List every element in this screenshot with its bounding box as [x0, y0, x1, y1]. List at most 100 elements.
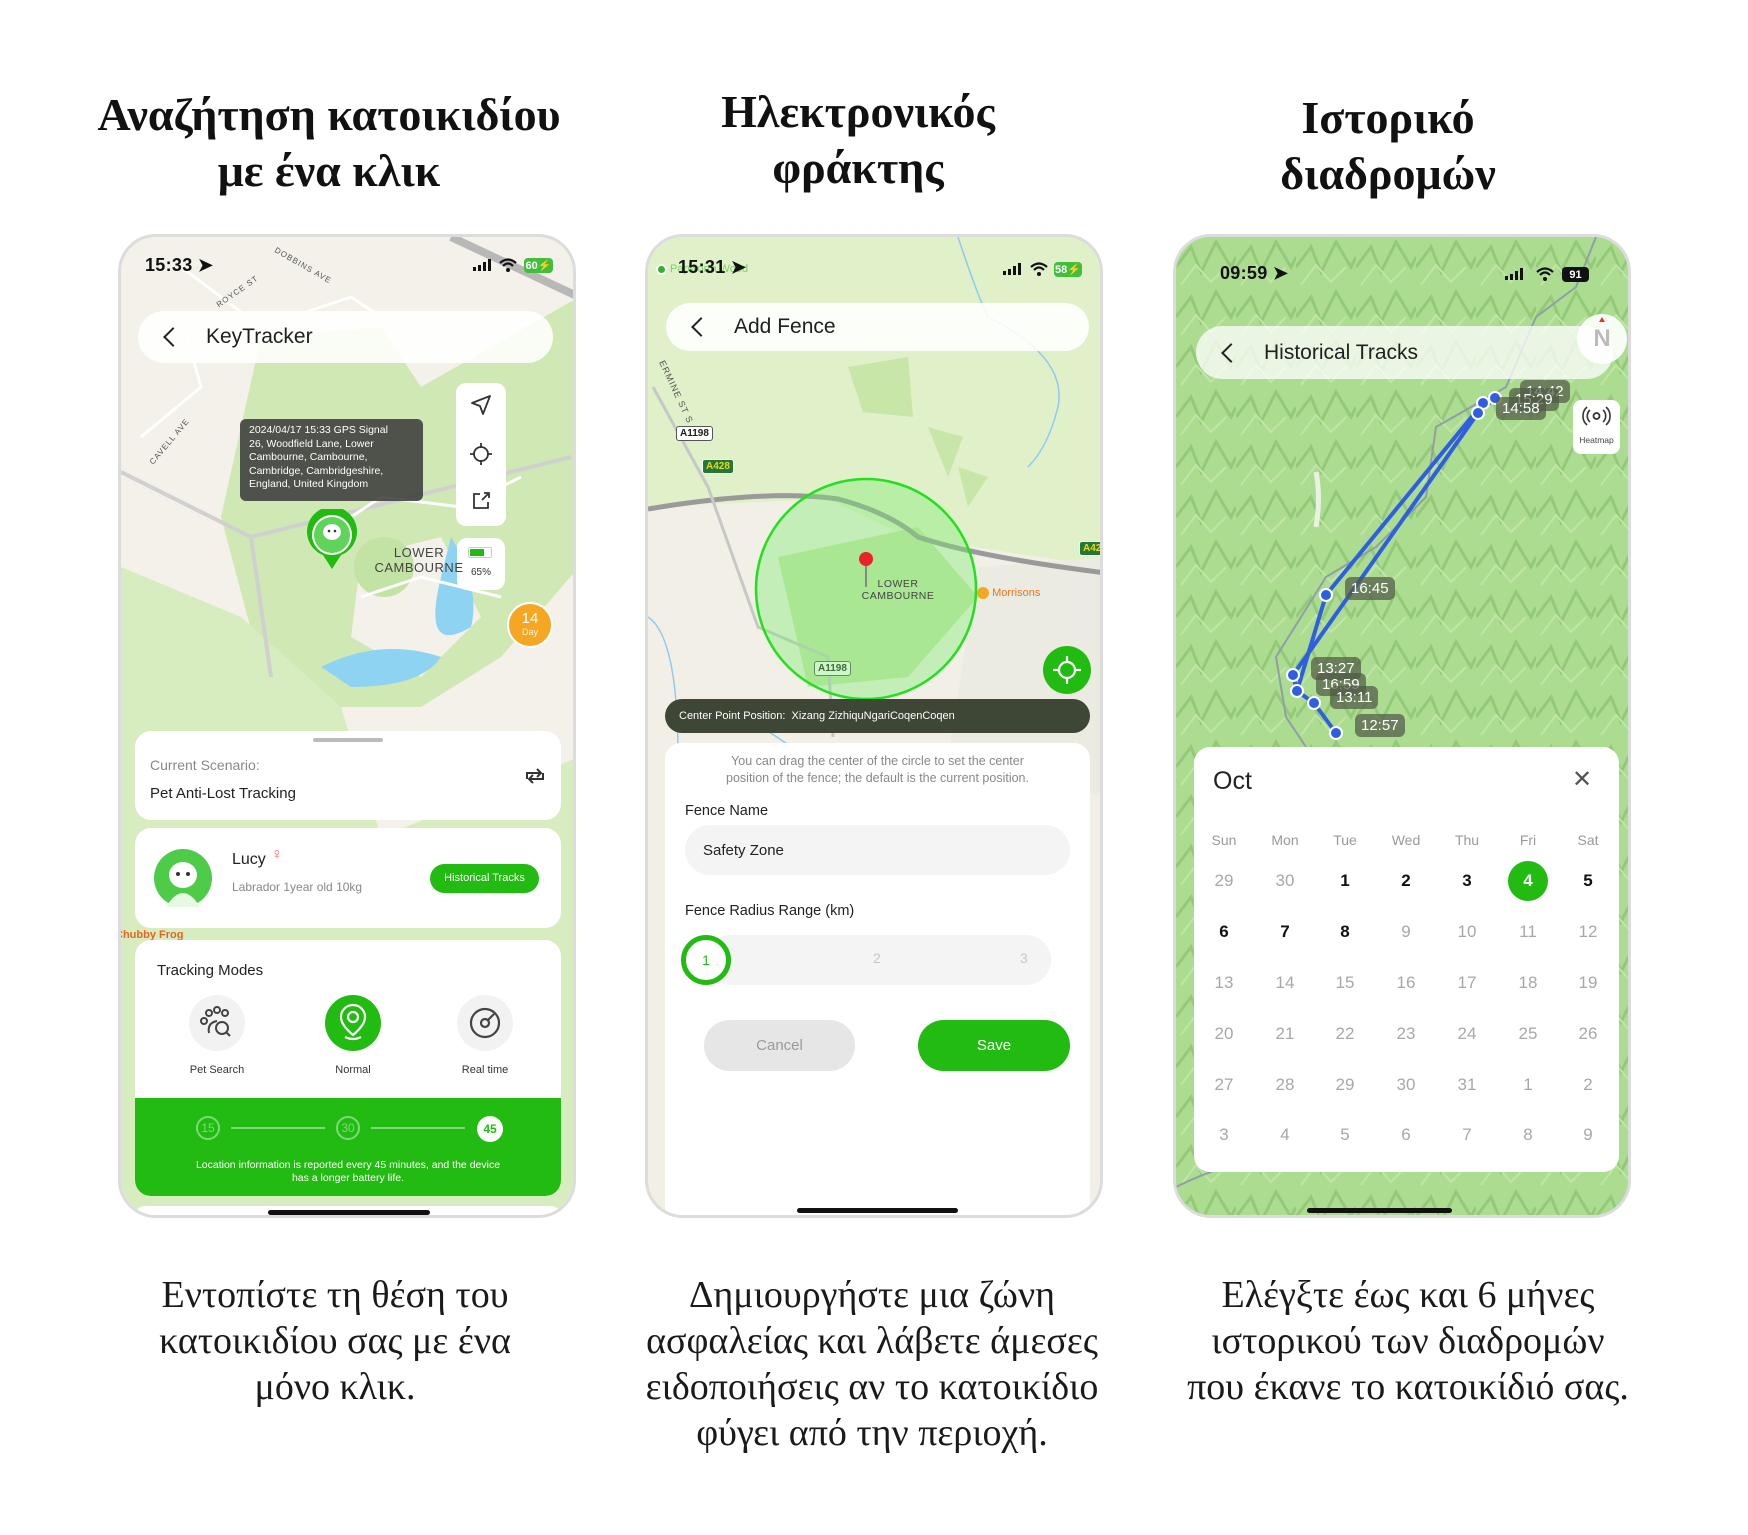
weekday-label: Fri — [1519, 832, 1537, 848]
heading-line: Αναζήτηση κατοικιδίου — [97, 89, 561, 140]
signal-icon — [473, 259, 491, 271]
calendar-popup: Oct ✕ Sun Mon Tue Wed Thu Fri Sat 29 30 1 2 3 4 5 6 7 8 9… — [1194, 747, 1619, 1172]
panel-2-heading: Ηλεκτρονικός φράκτης — [578, 84, 1138, 196]
calendar-day[interactable]: 6 — [1204, 912, 1244, 952]
tracking-modes-card: Tracking Modes Pet Search Normal Real ti… — [135, 940, 561, 1196]
calendar-day[interactable]: 8 — [1325, 912, 1365, 952]
calendar-day: 9 — [1583, 1125, 1593, 1144]
track-point[interactable] — [1329, 726, 1343, 740]
track-point[interactable] — [1286, 668, 1300, 682]
calendar-day: 7 — [1462, 1125, 1472, 1144]
radius-option[interactable]: 3 — [1020, 950, 1028, 966]
fence-hint: You can drag the center of the circle to… — [665, 753, 1090, 787]
calendar-day: 4 — [1280, 1125, 1290, 1144]
radius-option[interactable]: 2 — [873, 950, 881, 966]
mode-real-time[interactable] — [457, 995, 513, 1051]
caption-line: φύγει από την περιοχή. — [696, 1412, 1048, 1454]
save-button[interactable]: Save — [918, 1020, 1070, 1071]
note-line: Location information is reported every 4… — [195, 1159, 501, 1171]
tooltip-line: Cambridge, Cambridgeshire, — [249, 464, 384, 477]
fence-name-label: Fence Name — [685, 803, 769, 819]
header-bar: Historical Tracks — [1196, 326, 1613, 379]
caption-line: που έκανε το κατοικίδιό σας. — [1187, 1366, 1629, 1408]
heatmap-icon — [1582, 406, 1611, 426]
historical-tracks-button[interactable]: Historical Tracks — [430, 864, 539, 893]
track-point[interactable] — [1290, 684, 1304, 698]
scenario-label: Current Scenario: — [150, 757, 260, 773]
phone-keytracker: DOBBINS AVE ROYCE ST CAVELL AVE 15:33 ➤ … — [118, 234, 576, 1218]
location-arrow-icon: ➤ — [730, 257, 747, 277]
page-title: Add Fence — [734, 315, 836, 338]
device-battery-fill — [470, 549, 485, 556]
drag-handle[interactable] — [313, 738, 383, 742]
track-point[interactable] — [1319, 588, 1333, 602]
tracking-modes-title: Tracking Modes — [157, 962, 264, 979]
mode-label: Normal — [335, 1064, 371, 1076]
center-point-bar: Center Point Position: Xizang ZizhiquNga… — [665, 699, 1090, 733]
location-tooltip: 2024/04/17 15:33 GPS Signal 26, Woodfiel… — [240, 419, 423, 501]
calendar-day: 5 — [1340, 1125, 1350, 1144]
mode-normal[interactable] — [325, 995, 381, 1051]
calendar-day: 28 — [1275, 1075, 1295, 1094]
phone-battery-indicator: 91 — [1562, 267, 1589, 282]
track-time-label: 12:57 — [1355, 714, 1405, 737]
calendar-day[interactable]: 7 — [1265, 912, 1305, 952]
heatmap-button[interactable]: Heatmap — [1573, 400, 1620, 454]
mode-pet-search[interactable] — [189, 995, 245, 1051]
home-indicator — [268, 1210, 430, 1215]
cancel-button[interactable]: Cancel — [704, 1020, 855, 1071]
back-icon[interactable] — [163, 327, 183, 347]
panel-3-caption: Ελέγξτε έως και 6 μήνες ιστορικού των δι… — [1148, 1272, 1668, 1410]
radius-slider[interactable]: 2 3 — [705, 935, 1051, 985]
calendar-day[interactable]: 5 — [1568, 861, 1608, 901]
calendar-day[interactable]: 1 — [1325, 861, 1365, 901]
status-time: 09:59 ➤ — [1220, 263, 1288, 284]
interval-step-30[interactable]: 30 — [336, 1116, 360, 1140]
crosshair-icon[interactable] — [470, 443, 492, 465]
share-icon[interactable] — [471, 491, 491, 511]
pet-location-pin[interactable] — [305, 509, 359, 571]
weekday-label: Thu — [1454, 832, 1480, 848]
scenario-card[interactable]: Current Scenario: Pet Anti-Lost Tracking — [135, 731, 561, 820]
header-bar: KeyTracker — [138, 311, 553, 363]
days-badge[interactable]: 14 Day — [507, 602, 553, 648]
calendar-day: 29 — [1335, 1075, 1355, 1094]
weekday-label: Wed — [1391, 832, 1421, 848]
caption-line: Δημιουργήστε μια ζώνη — [689, 1274, 1055, 1316]
back-icon[interactable] — [691, 317, 711, 337]
radius-slider-knob[interactable]: 1 — [681, 935, 731, 985]
interval-step-45[interactable]: 45 — [477, 1116, 503, 1142]
track-point[interactable] — [1307, 696, 1321, 710]
calendar-day: 27 — [1214, 1075, 1234, 1094]
fence-name-input[interactable] — [685, 825, 1070, 875]
switch-scenario-icon[interactable] — [523, 767, 547, 785]
map-area-label: LOWER CAMBOURNE — [369, 545, 469, 575]
calendar-day: 11 — [1519, 922, 1537, 941]
navigate-icon[interactable] — [470, 394, 492, 416]
calendar-day: 21 — [1275, 1024, 1295, 1043]
calendar-day[interactable]: 3 — [1447, 861, 1487, 901]
calendar-day: 24 — [1457, 1024, 1477, 1043]
area-line: CAMBOURNE — [861, 590, 935, 602]
track-time-label: 13:11 — [1330, 686, 1379, 709]
compass-button[interactable]: N — [1577, 314, 1627, 364]
road-shield: A42 — [1079, 541, 1100, 556]
close-icon[interactable]: ✕ — [1572, 765, 1592, 794]
map-area-label: LOWER CAMBOURNE — [848, 578, 948, 602]
heading-line: Ιστορικό — [1301, 92, 1475, 143]
tooltip-line: 2024/04/17 15:33 GPS Signal — [249, 424, 388, 436]
back-icon[interactable] — [1221, 342, 1241, 363]
calendar-day[interactable]: 2 — [1386, 861, 1426, 901]
calendar-day: 18 — [1518, 973, 1538, 992]
calendar-day-selected[interactable]: 4 — [1508, 861, 1548, 901]
battery-text: 60 — [525, 259, 538, 272]
locate-me-button[interactable] — [1043, 646, 1091, 694]
calendar-day: 20 — [1214, 1024, 1234, 1043]
calendar-day: 12 — [1578, 922, 1598, 941]
interval-step-15[interactable]: 15 — [196, 1116, 220, 1140]
tooltip-line: England, United Kingdom — [249, 478, 369, 490]
status-time: 15:31 ➤ — [678, 257, 746, 278]
track-point[interactable] — [1471, 406, 1485, 420]
wifi-icon — [1030, 262, 1048, 276]
panel-1-heading: Αναζήτηση κατοικιδίου με ένα κλικ — [49, 87, 609, 199]
